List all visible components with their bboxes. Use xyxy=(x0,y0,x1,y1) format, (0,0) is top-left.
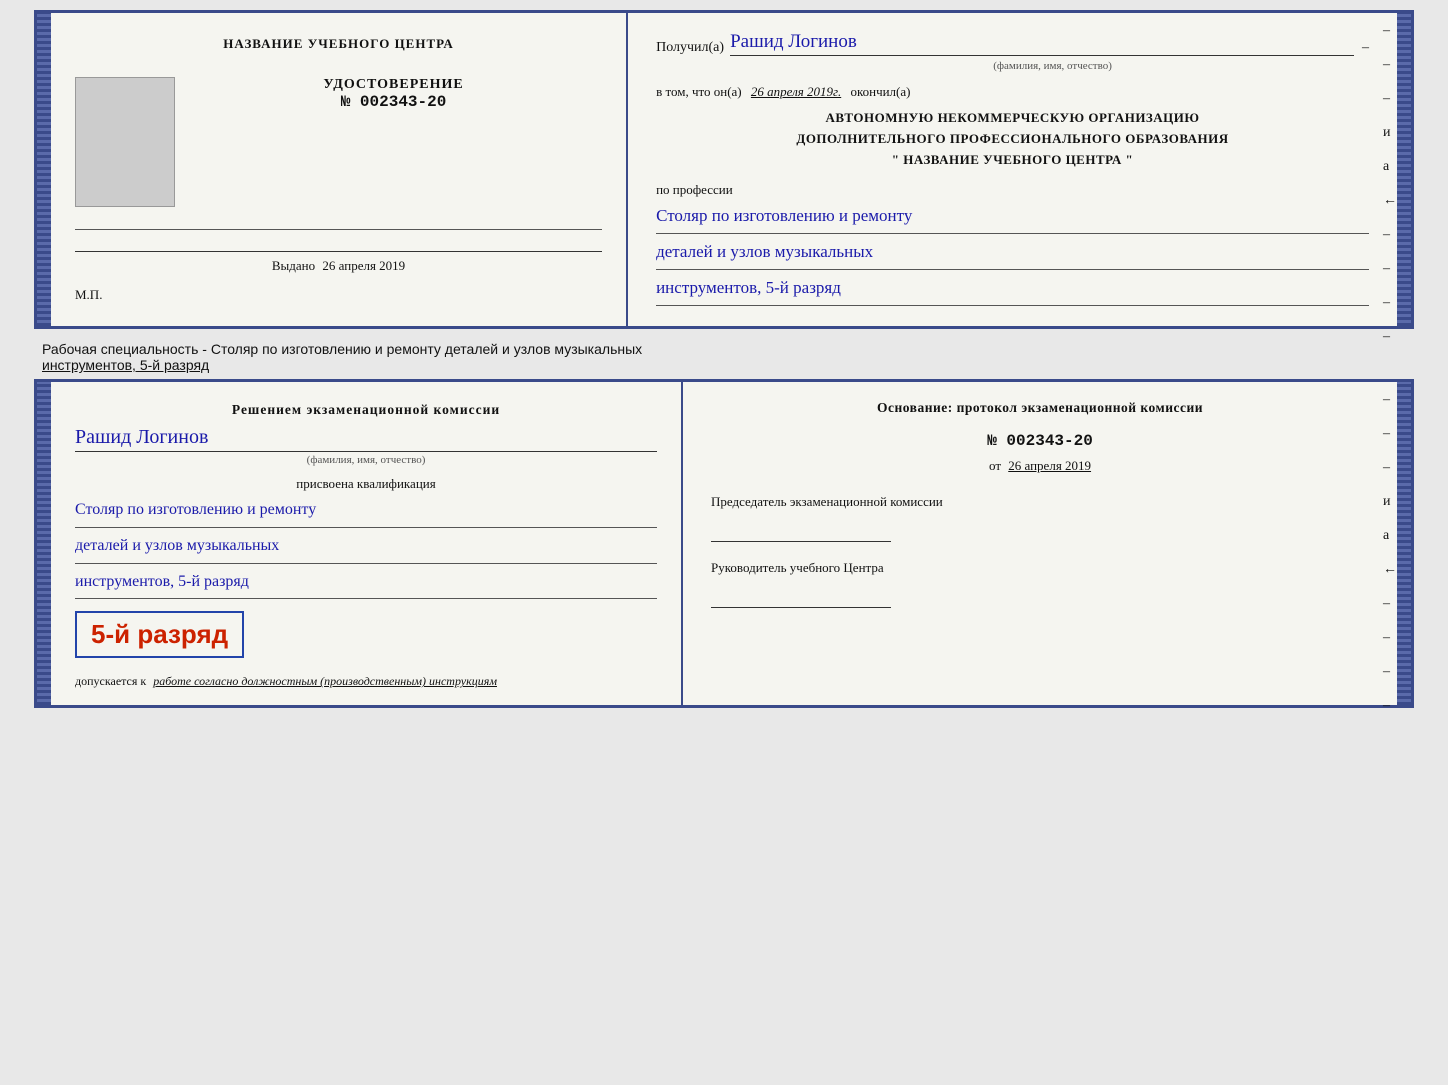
certificate-book-top: НАЗВАНИЕ УЧЕБНОГО ЦЕНТРА УДОСТОВЕРЕНИЕ №… xyxy=(34,10,1414,329)
ot-label: от xyxy=(989,458,1001,473)
resheniyem-title: Решением экзаменационной комиссии xyxy=(75,402,657,418)
spine-right-top xyxy=(1397,13,1411,326)
profession-inner-line3: инструментов, 5-й разряд xyxy=(75,568,657,600)
poluchil-row: Получил(а) Рашид Логинов – xyxy=(656,31,1369,56)
dopuskaetsya-text: работе согласно должностным (производств… xyxy=(153,674,497,688)
org-line1: АВТОНОМНУЮ НЕКОММЕРЧЕСКУЮ ОРГАНИЗАЦИЮ xyxy=(656,108,1369,129)
rukovoditel-signature-line xyxy=(711,584,891,608)
vydano-line: Выдано 26 апреля 2019 xyxy=(75,251,602,274)
ot-date-row: от 26 апреля 2019 xyxy=(711,458,1369,474)
poluchil-label: Получил(а) xyxy=(656,40,724,56)
certificate-book-inner: Решением экзаменационной комиссии Рашид … xyxy=(34,379,1414,708)
razryad-badge: 5-й разряд xyxy=(75,611,244,658)
profession-line2-top: деталей и узлов музыкальных xyxy=(656,238,1369,270)
profession-inner-line1: Столяр по изготовлению и ремонту xyxy=(75,496,657,528)
rukovoditel-block: Руководитель учебного Центра xyxy=(711,560,1369,608)
dash-top: – xyxy=(1362,40,1369,56)
spine-right-inner xyxy=(1397,382,1411,705)
prisvoyena-label: присвоена квалификация xyxy=(75,476,657,492)
po-professii-label: по профессии xyxy=(656,182,1369,198)
left-center-title: НАЗВАНИЕ УЧЕБНОГО ЦЕНТРА xyxy=(223,36,454,52)
inner-right-page: Основание: протокол экзаменационной коми… xyxy=(683,382,1397,705)
okonchil-label: окончил(а) xyxy=(850,84,910,99)
specialty-prefix: Рабочая специальность - Столяр по изгото… xyxy=(42,341,642,357)
cert-right-page: Получил(а) Рашид Логинов – (фамилия, имя… xyxy=(628,13,1397,326)
profession-inner: Столяр по изготовлению и ремонту деталей… xyxy=(75,496,657,599)
mp-label: М.П. xyxy=(75,287,102,303)
vydano-date: 26 апреля 2019 xyxy=(322,258,405,273)
org-line3: " НАЗВАНИЕ УЧЕБНОГО ЦЕНТРА " xyxy=(656,150,1369,171)
dopuskaetsya-line: допускается к работе согласно должностны… xyxy=(75,674,657,689)
vtom-date: 26 апреля 2019г. xyxy=(751,84,841,99)
document-container: НАЗВАНИЕ УЧЕБНОГО ЦЕНТРА УДОСТОВЕРЕНИЕ №… xyxy=(34,10,1414,718)
razryad-badge-text: 5-й разряд xyxy=(91,619,228,649)
vtom-row: в том, что он(а) 26 апреля 2019г. окончи… xyxy=(656,84,1369,100)
specialty-text: Рабочая специальность - Столяр по изгото… xyxy=(42,341,1414,373)
recipient-name-inner: Рашид Логинов xyxy=(75,426,657,452)
specialty-suffix: инструментов, 5-й разряд xyxy=(42,357,209,373)
vydano-label: Выдано xyxy=(272,258,315,273)
predsedatel-label: Председатель экзаменационной комиссии xyxy=(711,494,1369,510)
predsedatel-signature-line xyxy=(711,518,891,542)
profession-line1-top: Столяр по изготовлению и ремонту xyxy=(656,202,1369,234)
predsedatel-block: Председатель экзаменационной комиссии xyxy=(711,494,1369,542)
osnovanie-title: Основание: протокол экзаменационной коми… xyxy=(711,400,1369,416)
profession-inner-line2: деталей и узлов музыкальных xyxy=(75,532,657,564)
udost-block: УДОСТОВЕРЕНИЕ № 002343-20 xyxy=(323,77,463,111)
dopuskaetsya-label: допускается к xyxy=(75,674,146,688)
udost-number: № 002343-20 xyxy=(323,93,463,111)
udost-title: УДОСТОВЕРЕНИЕ xyxy=(323,77,463,93)
protocol-number: № 002343-20 xyxy=(711,432,1369,450)
org-line2: ДОПОЛНИТЕЛЬНОГО ПРОФЕССИОНАЛЬНОГО ОБРАЗО… xyxy=(656,129,1369,150)
profession-line3-top: инструментов, 5-й разряд xyxy=(656,274,1369,306)
spine-left-inner xyxy=(37,382,51,705)
vtom-label: в том, что он(а) xyxy=(656,84,742,99)
profession-top: Столяр по изготовлению и ремонту деталей… xyxy=(656,202,1369,306)
inner-left-page: Решением экзаменационной комиссии Рашид … xyxy=(51,382,683,705)
org-block: АВТОНОМНУЮ НЕКОММЕРЧЕСКУЮ ОРГАНИЗАЦИЮ ДО… xyxy=(656,108,1369,170)
spine-left-top xyxy=(37,13,51,326)
right-edge-marks-inner: – – – и а ← – – – – xyxy=(1383,392,1397,714)
photo-placeholder xyxy=(75,77,175,207)
recipient-name-top: Рашид Логинов xyxy=(730,31,1354,56)
right-edge-marks-top: – – – и а ← – – – – xyxy=(1383,23,1397,345)
cert-left-page: НАЗВАНИЕ УЧЕБНОГО ЦЕНТРА УДОСТОВЕРЕНИЕ №… xyxy=(51,13,628,326)
fio-small-inner: (фамилия, имя, отчество) xyxy=(75,454,657,466)
fio-small-top: (фамилия, имя, отчество) xyxy=(656,60,1369,72)
rukovoditel-label: Руководитель учебного Центра xyxy=(711,560,1369,576)
ot-date: 26 апреля 2019 xyxy=(1008,458,1091,473)
